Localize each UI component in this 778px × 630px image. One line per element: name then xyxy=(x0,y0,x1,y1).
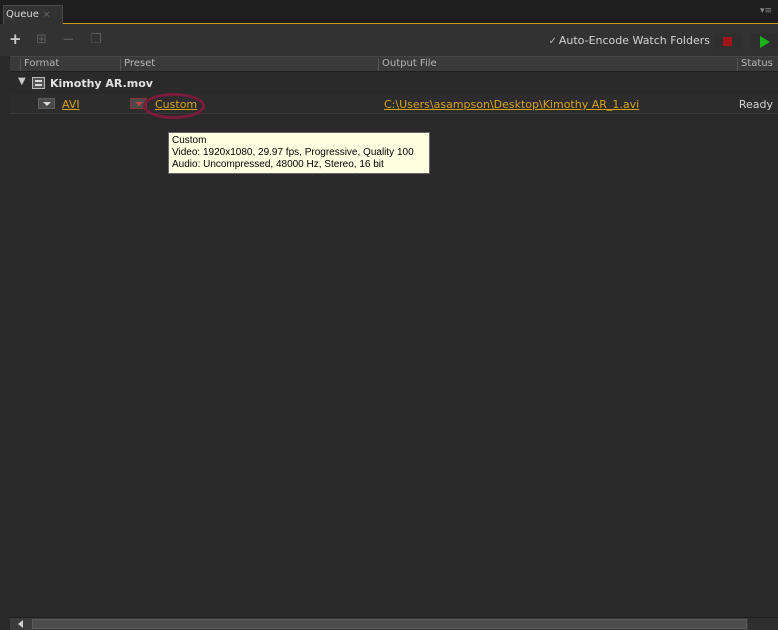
status-text: Ready xyxy=(738,98,773,111)
queue-panel: Queue × ▾≡ + ⊞ − ❐ ✓ Auto-Encode Watch Fol… xyxy=(0,0,778,630)
source-name: Kimothy AR.mov xyxy=(50,77,153,90)
tooltip-title: Custom xyxy=(172,135,207,146)
panel-tab-bar: Queue × ▾≡ xyxy=(0,0,778,24)
column-header-status[interactable]: Status xyxy=(741,58,773,69)
tab-close-icon[interactable]: × xyxy=(43,10,51,20)
preset-dropdown-button[interactable] xyxy=(130,98,147,109)
column-divider xyxy=(378,58,379,71)
expand-triangle-icon[interactable]: ▼ xyxy=(18,76,26,87)
duplicate-icon[interactable]: ❐ xyxy=(90,32,102,47)
preset-tooltip: Custom Video: 1920x1080, 29.97 fps, Prog… xyxy=(168,132,430,174)
column-divider xyxy=(737,58,738,71)
stop-icon xyxy=(723,37,732,46)
output-file-link[interactable]: C:\Users\asampson\Desktop\Kimothy AR_1.a… xyxy=(384,98,639,111)
scrollbar-thumb[interactable] xyxy=(32,619,747,629)
auto-encode-checkbox[interactable]: ✓ Auto-Encode Watch Folders xyxy=(548,34,710,47)
column-header-row: Format Preset Output File Status xyxy=(10,56,778,72)
start-queue-button[interactable] xyxy=(751,33,777,50)
tab-queue-label: Queue xyxy=(6,9,39,20)
column-divider xyxy=(20,58,21,71)
plus-icon[interactable]: + xyxy=(9,32,22,47)
minus-icon[interactable]: − xyxy=(62,32,75,47)
stop-queue-button[interactable] xyxy=(713,33,743,50)
media-file-icon xyxy=(32,77,45,89)
tooltip-video: Video: 1920x1080, 29.97 fps, Progressive… xyxy=(172,147,414,158)
format-link[interactable]: AVI xyxy=(62,98,80,111)
source-row[interactable]: ▼ Kimothy AR.mov xyxy=(10,74,778,92)
column-header-format[interactable]: Format xyxy=(24,58,59,69)
tab-queue[interactable]: Queue × xyxy=(3,5,63,24)
duplicate-output-icon[interactable]: ⊞ xyxy=(36,32,47,47)
horizontal-scrollbar[interactable] xyxy=(10,617,778,630)
output-row[interactable]: AVI Custom C:\Users\asampson\Desktop\Kim… xyxy=(10,94,778,114)
format-dropdown-button[interactable] xyxy=(38,98,55,109)
column-divider xyxy=(120,58,121,71)
column-header-output-file[interactable]: Output File xyxy=(382,58,437,69)
queue-toolbar: + ⊞ − ❐ ✓ Auto-Encode Watch Folders xyxy=(0,24,778,56)
scrollbar-corner xyxy=(748,618,778,630)
chevron-down-icon xyxy=(135,102,143,106)
chevron-down-icon xyxy=(43,102,51,106)
panel-menu-icon[interactable]: ▾≡ xyxy=(760,6,772,16)
tooltip-audio: Audio: Uncompressed, 48000 Hz, Stereo, 1… xyxy=(172,159,384,170)
column-header-preset[interactable]: Preset xyxy=(124,58,155,69)
auto-encode-label: Auto-Encode Watch Folders xyxy=(558,34,710,47)
preset-link[interactable]: Custom xyxy=(155,98,197,111)
play-icon xyxy=(760,36,770,48)
left-gutter xyxy=(0,56,10,630)
checkmark-icon: ✓ xyxy=(548,36,557,47)
scroll-left-arrow-icon[interactable] xyxy=(18,620,23,628)
